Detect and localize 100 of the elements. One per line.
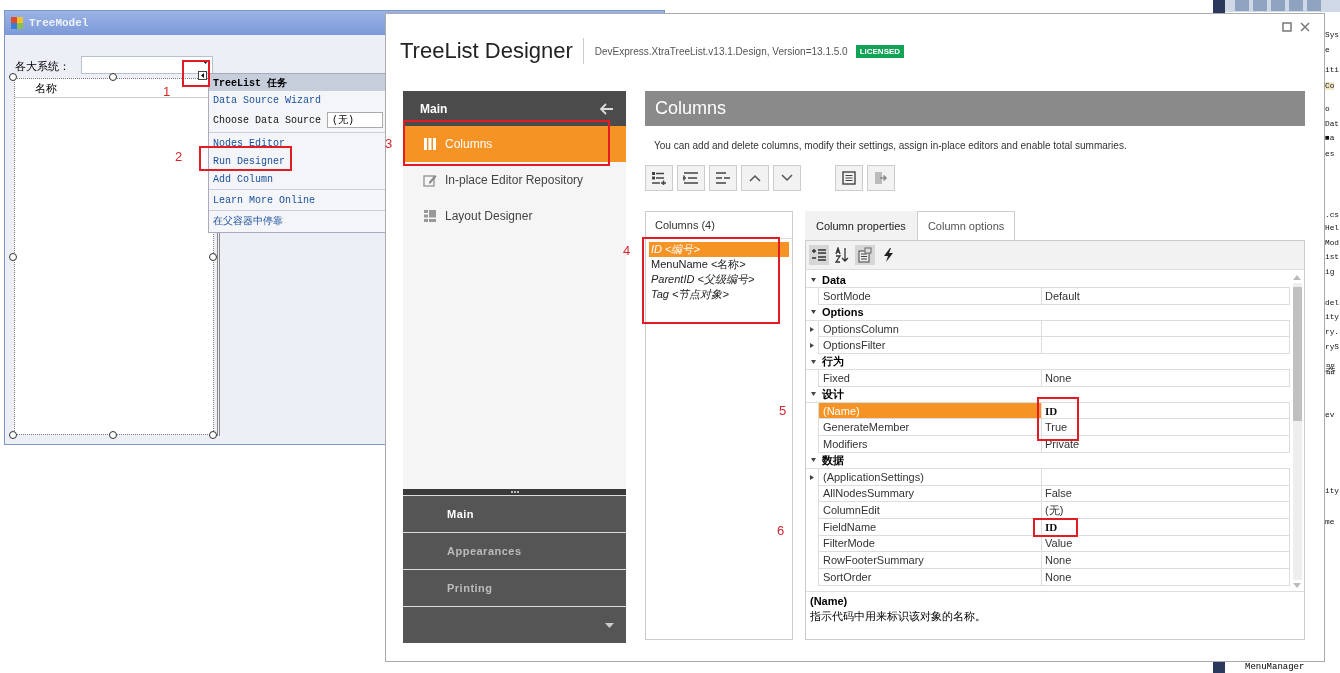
column-item[interactable]: ParentID <父级编号>	[649, 272, 789, 287]
property-value[interactable]: None	[1042, 568, 1290, 586]
expand-icon[interactable]	[810, 326, 814, 332]
resize-handle[interactable]	[209, 431, 217, 439]
task-link[interactable]: Data Source Wizard	[213, 94, 322, 106]
property-name[interactable]: Fixed	[818, 370, 1042, 387]
collapse-icon[interactable]	[811, 310, 816, 315]
combo-box[interactable]	[81, 56, 213, 74]
property-name[interactable]: SortOrder	[818, 568, 1042, 586]
property-name[interactable]: ColumnEdit	[818, 502, 1042, 519]
property-value[interactable]: ID	[1042, 402, 1290, 420]
resize-handle[interactable]	[9, 431, 17, 439]
property-name[interactable]: OptionsColumn	[818, 320, 1042, 338]
property-value[interactable]: None	[1042, 552, 1290, 569]
list-button[interactable]	[835, 165, 863, 191]
property-value[interactable]: (无)	[1042, 502, 1290, 519]
highlight-frame	[182, 60, 210, 87]
property-name[interactable]: (ApplicationSettings)	[818, 468, 1042, 486]
field-label: Choose Data Source	[213, 114, 322, 126]
back-arrow-icon[interactable]	[600, 102, 614, 115]
sort-az-icon	[834, 247, 850, 263]
task-link[interactable]: Add Column	[213, 173, 273, 185]
resize-handle[interactable]	[9, 73, 17, 81]
nav-title: Main	[420, 101, 448, 116]
property-value[interactable]: Value	[1042, 535, 1290, 553]
property-value[interactable]: False	[1042, 485, 1290, 503]
remove-column-button[interactable]	[709, 165, 737, 191]
property-name[interactable]: Modifiers	[818, 436, 1042, 453]
step-number: 5	[779, 403, 787, 418]
property-value[interactable]: Default	[1042, 288, 1290, 305]
maximize-icon[interactable]	[1282, 22, 1292, 32]
exit-icon	[874, 171, 888, 185]
task-link[interactable]: Nodes Editor	[213, 137, 285, 149]
column-item[interactable]: MenuName <名称>	[649, 257, 789, 272]
move-up-button[interactable]	[741, 165, 769, 191]
chevron-up-icon	[749, 174, 761, 182]
remove-row-icon	[715, 171, 731, 185]
collapse-icon[interactable]	[811, 392, 816, 397]
resize-handle[interactable]	[109, 73, 117, 81]
list-icon	[842, 171, 856, 185]
property-value[interactable]: True	[1042, 419, 1290, 437]
tab[interactable]: Column properties	[805, 211, 917, 240]
expand-icon[interactable]	[810, 343, 814, 349]
version-text: DevExpress.XtraTreeList.v13.1.Design, Version=13.1.5.0	[593, 45, 849, 57]
caret-icon	[202, 60, 209, 64]
nav-group[interactable]: Printing	[403, 569, 626, 606]
field-label: 各大系统：	[15, 59, 70, 74]
license-badge: LICENSED	[855, 44, 905, 58]
chevron-down-icon	[781, 174, 793, 182]
collapse-icon[interactable]	[811, 359, 816, 364]
resize-handle[interactable]	[209, 253, 217, 261]
nav-item[interactable]: In-place Editor Repository	[403, 162, 626, 198]
column-header[interactable]: 名称	[35, 80, 57, 96]
add-row-icon	[651, 171, 667, 185]
property-value[interactable]: ID	[1042, 518, 1290, 536]
step-number: 3	[385, 136, 393, 151]
property-name[interactable]: GenerateMember	[818, 419, 1042, 437]
column-item[interactable]: Tag <节点对象>	[649, 287, 789, 302]
move-down-button[interactable]	[773, 165, 801, 191]
task-link[interactable]: Run Designer	[213, 155, 285, 167]
highlight-frame	[1033, 518, 1078, 537]
insert-column-button[interactable]	[677, 165, 705, 191]
nav-group[interactable]: Appearances	[403, 532, 626, 569]
page-description: You can add and delete columns, modify their settings, assign in-place editors and enable total summaries.	[654, 140, 1128, 151]
category-label: Data	[822, 273, 846, 286]
step-number: 4	[623, 243, 631, 258]
insert-row-icon	[683, 171, 699, 185]
property-pages-icon	[857, 247, 873, 263]
smart-tag-icon[interactable]	[198, 71, 207, 80]
highlight-frame	[1037, 397, 1079, 441]
property-name[interactable]: FieldName	[818, 518, 1042, 536]
tab[interactable]: Column options	[916, 211, 1016, 240]
data-source-field[interactable]: (无)	[327, 112, 383, 128]
page-title: Columns	[655, 98, 727, 119]
close-icon[interactable]	[1300, 22, 1310, 32]
property-name[interactable]: SortMode	[818, 288, 1042, 305]
window-title: TreeList Designer	[400, 38, 584, 64]
resize-handle[interactable]	[109, 431, 117, 439]
property-value[interactable]: None	[1042, 370, 1290, 387]
collapse-icon[interactable]	[811, 458, 816, 463]
dropdown-icon[interactable]	[605, 622, 614, 628]
task-link[interactable]: 在父容器中停靠	[213, 214, 283, 228]
window-title: TreeModel	[29, 17, 89, 29]
expand-icon[interactable]	[810, 474, 814, 480]
add-column-button[interactable]	[645, 165, 673, 191]
resize-handle[interactable]	[9, 253, 17, 261]
category-label: 数据	[822, 452, 844, 468]
code-text: MenuManager	[1245, 662, 1305, 672]
edit-icon	[423, 173, 437, 187]
property-name[interactable]: FilterMode	[818, 535, 1042, 553]
code-text: 器	[1325, 363, 1336, 377]
app-icon	[11, 17, 23, 29]
task-link[interactable]: Learn More Online	[213, 194, 316, 206]
property-name[interactable]: AllNodesSummary	[818, 485, 1042, 503]
collapse-icon[interactable]	[811, 277, 816, 282]
nav-group[interactable]: Main	[403, 495, 626, 532]
property-name[interactable]: RowFooterSummary	[818, 552, 1042, 569]
step-number: 1	[163, 84, 171, 99]
property-name[interactable]: OptionsFilter	[818, 337, 1042, 355]
nav-item[interactable]: Layout Designer	[403, 198, 626, 234]
